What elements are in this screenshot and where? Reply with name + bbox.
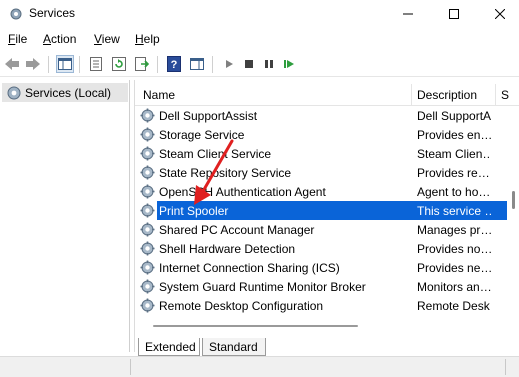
view-tabs: Extended Standard [134, 338, 519, 356]
tab-standard[interactable]: Standard [202, 338, 266, 356]
refresh-icon[interactable] [110, 55, 128, 73]
service-gear-icon [140, 146, 155, 164]
service-name: Internet Connection Sharing (ICS) [159, 261, 340, 275]
service-gear-icon [140, 222, 155, 240]
maximize-icon [449, 9, 459, 19]
vertical-scrollbar-thumb[interactable] [512, 191, 515, 209]
toolbar: ? [0, 52, 519, 77]
toolbar-separator [79, 56, 80, 73]
menu-action[interactable]: Action [43, 32, 76, 46]
service-name: OpenSSH Authentication Agent [159, 185, 326, 199]
service-name: System Guard Runtime Monitor Broker [159, 280, 366, 294]
pause-service-icon[interactable] [260, 55, 278, 73]
menu-file[interactable]: File [8, 32, 27, 46]
maximize-button[interactable] [431, 0, 477, 28]
service-gear-icon [140, 184, 155, 202]
minimize-icon [403, 13, 413, 15]
export-list-icon[interactable] [133, 55, 151, 73]
service-description: Dell SupportA [417, 109, 491, 123]
help-icon[interactable]: ? [165, 55, 183, 73]
service-description: This service … [417, 204, 491, 218]
service-name: Print Spooler [159, 204, 229, 218]
table-row[interactable]: Print Spooler This service … [135, 201, 507, 220]
service-gear-icon [140, 241, 155, 259]
service-gear-icon [140, 260, 155, 278]
service-description: Remote Desk… [417, 299, 491, 313]
service-name: Storage Service [159, 128, 245, 142]
service-name: Shared PC Account Manager [159, 223, 315, 237]
table-row[interactable]: OpenSSH Authentication Agent Agent to ho… [135, 182, 507, 201]
table-row[interactable]: Shared PC Account Manager Manages pr… [135, 220, 507, 239]
forward-icon[interactable] [24, 55, 42, 73]
service-description: Agent to ho… [417, 185, 491, 199]
service-description: Provides en… [417, 128, 491, 142]
column-divider[interactable] [411, 84, 412, 106]
tree-item-services-local[interactable]: Services (Local) [2, 83, 128, 102]
tab-extended[interactable]: Extended [138, 338, 200, 356]
table-row[interactable]: Shell Hardware Detection Provides no… [135, 239, 507, 258]
show-hide-console-tree-icon[interactable] [56, 55, 74, 73]
table-row[interactable]: System Guard Runtime Monitor Broker Monit… [135, 277, 507, 296]
close-button[interactable] [477, 0, 519, 28]
service-description: Manages pr… [417, 223, 491, 237]
table-row[interactable]: Internet Connection Sharing (ICS) Provide… [135, 258, 507, 277]
service-description: Provides re… [417, 166, 490, 180]
toolbar-separator [212, 56, 213, 73]
back-icon[interactable] [3, 55, 21, 73]
service-description: Provides no… [417, 242, 491, 256]
services-list-pane: Name Description S Dell SupportAssist Del… [134, 80, 519, 352]
svg-text:?: ? [171, 59, 178, 71]
close-icon [495, 9, 505, 19]
stop-service-icon[interactable] [240, 55, 258, 73]
horizontal-scrollbar[interactable] [135, 320, 507, 330]
window-title: Services [29, 6, 76, 20]
column-divider[interactable] [495, 84, 496, 106]
tree-item-label: Services (Local) [25, 86, 112, 100]
table-row[interactable]: Dell SupportAssist Dell SupportA [135, 106, 507, 125]
services-gear-icon [9, 7, 23, 21]
status-bar-divider [130, 359, 131, 375]
service-description: Steam Clien… [417, 147, 491, 161]
table-row[interactable]: Remote Desktop Configuration Remote Desk… [135, 296, 507, 315]
title-bar: Services [0, 0, 519, 28]
menu-help[interactable]: Help [135, 32, 160, 46]
console-tree: Services (Local) [0, 80, 130, 352]
toolbar-separator [48, 56, 49, 73]
service-gear-icon [140, 127, 155, 145]
column-header-name[interactable]: Name [143, 88, 175, 102]
column-header-description[interactable]: Description [417, 88, 477, 102]
minimize-button[interactable] [385, 0, 431, 28]
show-hide-action-pane-icon[interactable] [188, 55, 206, 73]
horizontal-scrollbar-thumb[interactable] [153, 325, 358, 327]
start-service-icon[interactable] [220, 55, 238, 73]
restart-service-icon[interactable] [280, 55, 298, 73]
status-bar-divider [505, 359, 506, 375]
service-gear-icon [140, 203, 155, 221]
service-name: State Repository Service [159, 166, 292, 180]
service-name: Shell Hardware Detection [159, 242, 296, 256]
services-gear-icon [6, 85, 22, 104]
service-gear-icon [140, 165, 155, 183]
toolbar-separator [157, 56, 158, 73]
column-header-status[interactable]: S [501, 88, 509, 102]
menu-view[interactable]: View [94, 32, 120, 46]
service-name: Remote Desktop Configuration [159, 299, 324, 313]
status-bar [0, 356, 519, 377]
service-description: Provides ne… [417, 261, 491, 275]
vertical-scrollbar[interactable] [508, 106, 519, 316]
service-gear-icon [140, 279, 155, 297]
properties-icon[interactable] [87, 55, 105, 73]
service-gear-icon [140, 108, 155, 126]
service-description: Monitors an… [417, 280, 491, 294]
table-row[interactable]: State Repository Service Provides re… [135, 163, 507, 182]
table-row[interactable]: Steam Client Service Steam Clien… [135, 144, 507, 163]
service-gear-icon [140, 298, 155, 316]
service-name: Dell SupportAssist [159, 109, 258, 123]
table-row[interactable]: Storage Service Provides en… [135, 125, 507, 144]
column-header-row: Name Description S [135, 84, 519, 106]
menu-bar: File Action View Help [0, 30, 519, 50]
service-name: Steam Client Service [159, 147, 272, 161]
